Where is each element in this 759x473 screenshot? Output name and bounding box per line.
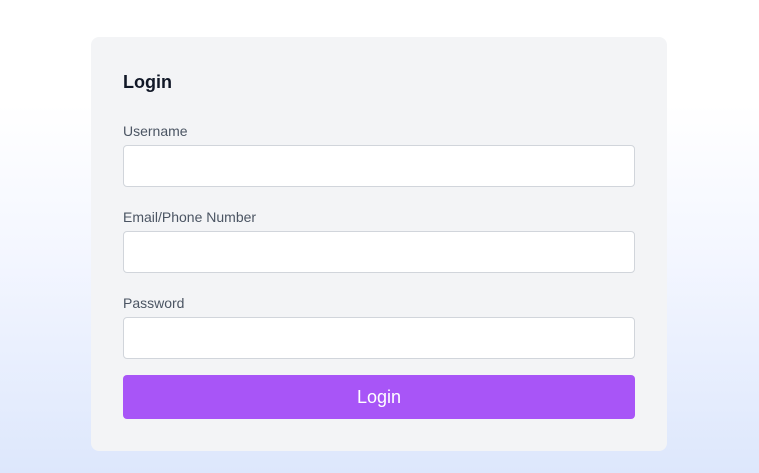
username-label: Username (123, 123, 188, 139)
username-input[interactable] (123, 145, 635, 187)
email-phone-label: Email/Phone Number (123, 209, 257, 225)
login-button[interactable]: Login (123, 375, 635, 419)
login-card: Login Username Email/Phone Number Passwo… (91, 37, 667, 451)
login-title: Login (123, 72, 172, 92)
email-phone-input[interactable] (123, 231, 635, 273)
password-input[interactable] (123, 317, 635, 359)
password-label: Password (123, 295, 185, 311)
